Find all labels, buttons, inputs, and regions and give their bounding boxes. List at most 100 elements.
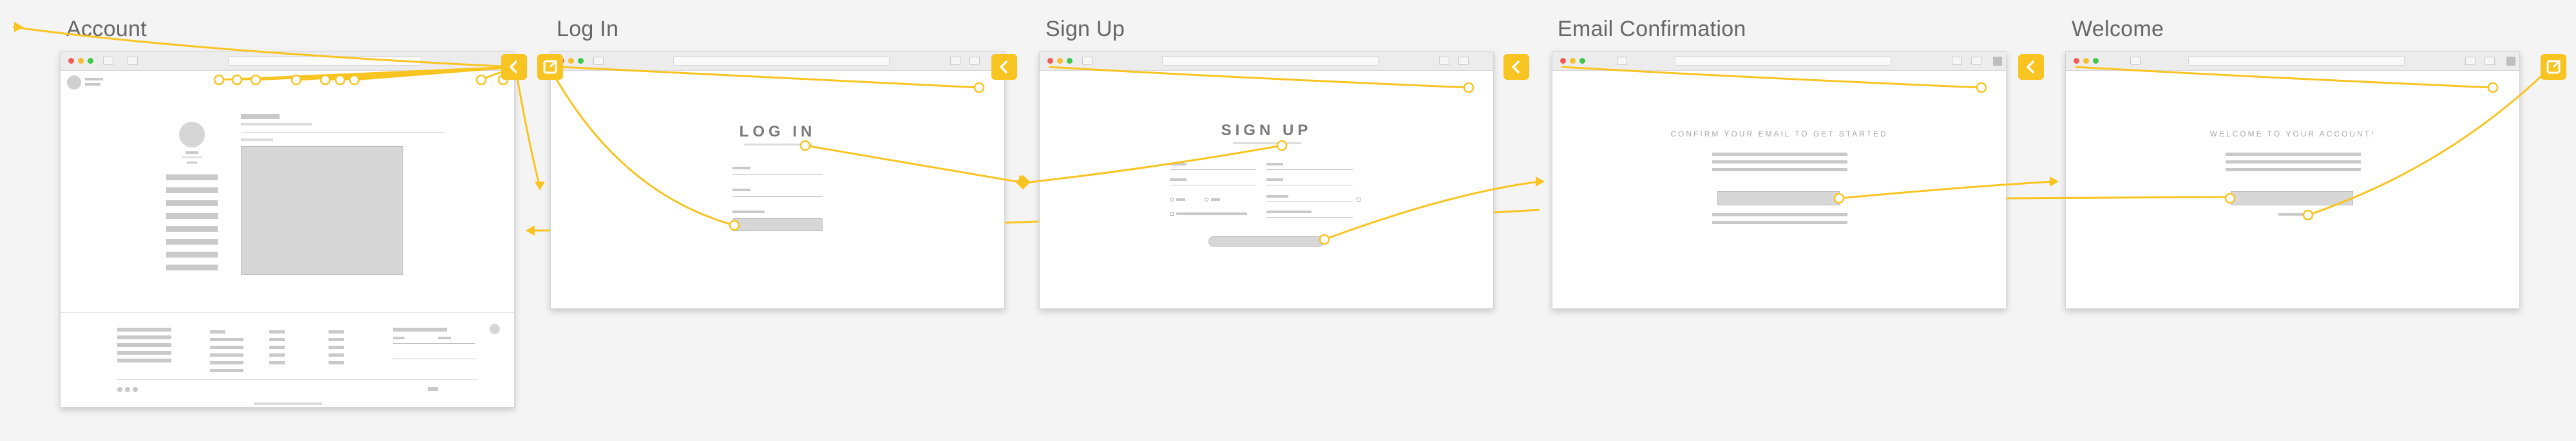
sidebar-toggle-icon	[1617, 57, 1627, 65]
footer-link[interactable]	[329, 353, 344, 357]
footer-link[interactable]	[210, 353, 243, 357]
menu-item[interactable]	[166, 213, 218, 219]
footer-link[interactable]	[269, 353, 285, 357]
terms-checkbox[interactable]	[1170, 212, 1174, 216]
sidebar-toggle-icon	[593, 57, 604, 65]
calendar-icon[interactable]	[1357, 198, 1360, 202]
browser-chrome	[1552, 52, 2006, 71]
back-link-badge[interactable]	[2018, 54, 2044, 80]
forgot-password-link[interactable]	[732, 211, 765, 213]
last-name-field[interactable]	[1266, 169, 1353, 170]
close-dot-icon	[1560, 58, 1566, 64]
footer-link[interactable]	[329, 346, 344, 349]
frame-login[interactable]: LOG IN	[550, 52, 1005, 309]
footer-text	[117, 359, 171, 362]
minimize-dot-icon	[568, 58, 574, 64]
screen-title-welcome: Welcome	[2072, 17, 2164, 41]
tabs-icon	[2485, 57, 2495, 65]
profile-handle	[182, 156, 202, 158]
close-dot-icon	[2074, 58, 2079, 64]
maximize-dot-icon	[578, 58, 584, 64]
divider	[241, 132, 444, 133]
section-label	[241, 138, 273, 141]
menu-item[interactable]	[166, 226, 218, 232]
menu-item[interactable]	[166, 265, 218, 270]
newsletter-field-label	[393, 337, 405, 339]
logo-text	[85, 78, 103, 80]
gender-radio[interactable]	[1170, 198, 1174, 202]
social-icon[interactable]	[117, 387, 122, 392]
body-text	[2226, 153, 2361, 156]
external-link-icon	[2546, 60, 2561, 74]
password-field[interactable]	[732, 196, 823, 197]
frame-email-confirmation[interactable]: CONFIRM YOUR EMAIL TO GET STARTED	[1552, 52, 2007, 309]
footer-link[interactable]	[210, 361, 243, 364]
frame-signup[interactable]: SIGN UP	[1039, 52, 1494, 309]
footer-link[interactable]	[269, 338, 285, 341]
back-link-badge[interactable]	[991, 54, 1017, 80]
footer-divider	[117, 379, 478, 380]
footer-link[interactable]	[329, 330, 344, 333]
tabs-icon	[1458, 57, 1469, 65]
menu-item[interactable]	[166, 187, 218, 193]
sidebar-toggle-icon	[2130, 57, 2141, 65]
footer-link[interactable]	[269, 361, 285, 364]
page-subtitle	[744, 144, 812, 145]
menu-item[interactable]	[166, 239, 218, 245]
page-title: SIGN UP	[1221, 122, 1312, 139]
page-subtitle	[1233, 142, 1301, 144]
menu-item[interactable]	[166, 174, 218, 180]
social-icon[interactable]	[133, 387, 138, 392]
footer-link[interactable]	[210, 369, 243, 372]
first-name-label	[1170, 163, 1187, 165]
close-dot-icon	[1047, 58, 1053, 64]
back-to-link[interactable]	[2278, 213, 2304, 216]
footer-link[interactable]	[329, 338, 344, 341]
password-field[interactable]	[1266, 217, 1353, 218]
frame-account[interactable]	[60, 52, 515, 408]
newsletter-label	[393, 328, 447, 332]
page-heading: CONFIRM YOUR EMAIL TO GET STARTED	[1670, 129, 1888, 138]
footer-button[interactable]	[428, 387, 438, 391]
external-link-badge[interactable]	[2541, 54, 2566, 80]
confirm-email-button[interactable]	[1717, 191, 1840, 205]
frame-welcome[interactable]: WELCOME TO YOUR ACCOUNT!	[2065, 52, 2520, 309]
scroll-top-icon[interactable]	[490, 324, 500, 334]
go-to-account-button[interactable]	[2231, 191, 2353, 205]
gender-radio[interactable]	[1205, 198, 1208, 202]
first-name-field[interactable]	[1170, 169, 1256, 170]
footer-link[interactable]	[210, 346, 243, 349]
signup-button[interactable]	[1208, 236, 1324, 247]
menu-item[interactable]	[166, 200, 218, 206]
footer-link[interactable]	[269, 346, 285, 349]
address-bar	[1162, 56, 1379, 66]
footer-text	[117, 351, 171, 355]
extension-icon	[1993, 57, 2002, 66]
screen-title-signup: Sign Up	[1045, 17, 1125, 41]
minimize-dot-icon	[1570, 58, 1576, 64]
email-field[interactable]	[732, 174, 823, 175]
back-link-badge[interactable]	[1503, 54, 1529, 80]
email-label	[732, 167, 750, 169]
share-icon	[950, 57, 960, 65]
body-text	[2226, 160, 2361, 164]
newsletter-field-label	[438, 337, 451, 339]
minimize-dot-icon	[1057, 58, 1063, 64]
browser-chrome	[1040, 52, 1493, 71]
external-link-badge[interactable]	[537, 54, 563, 80]
footer-link[interactable]	[329, 361, 344, 364]
profile-meta	[187, 162, 197, 164]
menu-item[interactable]	[166, 252, 218, 258]
footer-link[interactable]	[210, 330, 225, 333]
footer-link[interactable]	[269, 330, 285, 333]
footer-link[interactable]	[210, 338, 243, 341]
back-link-badge[interactable]	[501, 54, 527, 80]
address-bar	[673, 56, 890, 66]
social-icon[interactable]	[125, 387, 130, 392]
arrow-head	[2050, 176, 2059, 187]
flow-line	[1493, 209, 1540, 214]
chevron-left-icon	[1000, 61, 1007, 73]
login-button[interactable]	[732, 218, 823, 231]
nav-arrows-icon	[128, 57, 138, 65]
newsletter-input[interactable]	[393, 343, 475, 344]
